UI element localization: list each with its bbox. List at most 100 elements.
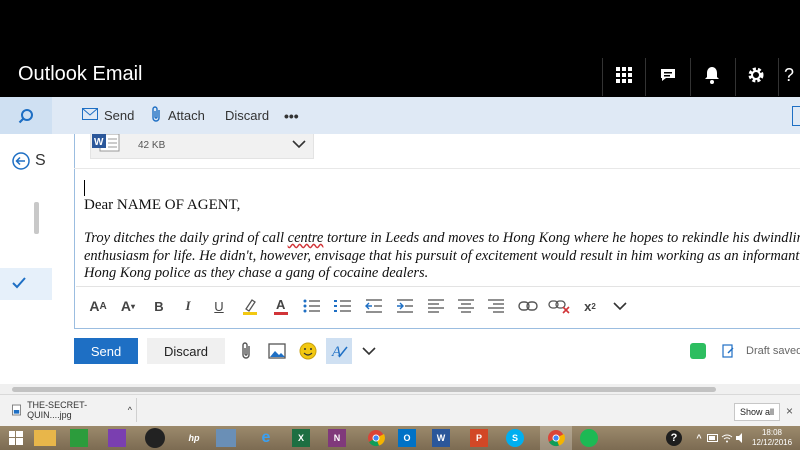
bullets-icon[interactable]	[298, 292, 326, 320]
popout-icon[interactable]	[792, 106, 800, 126]
back-arrow-icon[interactable]	[12, 152, 30, 170]
text-size-icon[interactable]: A ▾	[114, 292, 142, 320]
spotify-icon[interactable]	[580, 429, 598, 447]
chat-icon[interactable]	[650, 58, 686, 92]
gear-icon[interactable]	[738, 58, 774, 92]
internet-explorer-icon[interactable]: e	[252, 427, 280, 449]
search-button[interactable]	[0, 97, 52, 134]
taskbar-clock[interactable]: 18:08 12/12/2016	[752, 428, 792, 448]
send-button[interactable]: Send	[74, 338, 138, 364]
italic-icon[interactable]: I	[174, 292, 202, 320]
clock-date: 12/12/2016	[752, 438, 793, 447]
text-cursor	[84, 180, 85, 196]
word-document-icon: W	[92, 133, 120, 152]
onenote-icon[interactable]: N	[328, 429, 346, 447]
emoji-icon[interactable]	[295, 338, 321, 364]
align-right-icon[interactable]	[482, 292, 510, 320]
misspelled-word[interactable]: centre	[288, 230, 324, 246]
insert-link-icon[interactable]	[514, 292, 542, 320]
paragraph-line-1: Troy ditches the daily grind of call cen…	[84, 230, 800, 246]
svg-text:A: A	[276, 297, 286, 312]
word-icon[interactable]: W	[432, 429, 450, 447]
header-separator	[602, 58, 603, 96]
close-icon[interactable]: ×	[786, 404, 793, 418]
volume-icon[interactable]	[734, 427, 748, 449]
attachment-size: 42 KB	[138, 140, 166, 151]
insert-picture-icon[interactable]	[264, 338, 290, 364]
app-icon[interactable]	[216, 429, 236, 447]
align-left-icon[interactable]	[422, 292, 450, 320]
attachment-card[interactable]	[90, 134, 314, 159]
discard-command-label: Discard	[225, 108, 270, 123]
svg-text:A: A	[331, 344, 342, 360]
show-all-button[interactable]: Show all	[734, 403, 780, 421]
chevron-down-icon[interactable]	[356, 338, 382, 364]
more-options-button[interactable]: •••	[284, 97, 299, 134]
bold-icon[interactable]: B	[145, 292, 173, 320]
discard-command[interactable]: Discard	[225, 97, 269, 134]
chevron-down-icon[interactable]	[606, 292, 634, 320]
horizontal-scrollbar-thumb[interactable]	[12, 387, 716, 392]
increase-indent-icon[interactable]	[391, 292, 419, 320]
selected-folder-row[interactable]	[0, 268, 52, 300]
paragraph-line-3: Hong Kong police as they chase a gang of…	[84, 265, 429, 281]
media-player-icon[interactable]	[145, 428, 165, 448]
draft-icon	[722, 344, 734, 363]
underline-icon[interactable]: U	[205, 292, 233, 320]
left-pane	[0, 134, 53, 394]
skype-icon[interactable]: S	[506, 429, 524, 447]
attachment-divider	[74, 168, 800, 169]
image-file-icon	[12, 404, 22, 416]
clock-time: 18:08	[761, 428, 783, 437]
send-command[interactable]: Send	[82, 97, 134, 134]
superscript-icon[interactable]: x2	[576, 292, 604, 320]
paragraph-line-2: enthusiasm for life. He didn't, however,…	[84, 247, 800, 264]
windows-start-icon[interactable]	[2, 427, 30, 449]
attach-command[interactable]: Attach	[152, 97, 205, 134]
align-center-icon[interactable]	[452, 292, 480, 320]
store-icon[interactable]	[70, 429, 88, 447]
header-separator	[690, 58, 691, 96]
hp-icon[interactable]: hp	[180, 427, 208, 449]
numbering-icon[interactable]	[329, 292, 357, 320]
download-options-caret[interactable]: ^	[128, 405, 132, 415]
highlight-icon[interactable]	[236, 292, 264, 320]
app-title[interactable]: Outlook Email	[18, 63, 143, 86]
download-file-name: THE-SECRET-QUIN....jpg	[27, 400, 88, 420]
wifi-icon[interactable]	[720, 427, 734, 449]
font-color-icon[interactable]: A	[267, 292, 295, 320]
evernote-icon[interactable]	[690, 343, 706, 359]
bell-icon[interactable]	[694, 58, 730, 92]
attach-command-label: Attach	[168, 108, 205, 123]
decrease-indent-icon[interactable]	[360, 292, 388, 320]
checkmark-icon[interactable]	[12, 276, 26, 295]
help-icon[interactable]: ?	[784, 58, 800, 92]
header-separator	[645, 58, 646, 96]
format-text-icon[interactable]: A	[326, 338, 352, 364]
help-icon[interactable]: ?	[666, 430, 682, 446]
left-pane-scrollbar[interactable]	[34, 202, 39, 234]
font-size-icon[interactable]: AA	[84, 292, 112, 320]
file-explorer-icon[interactable]	[34, 430, 56, 446]
greeting-text: Dear NAME OF AGENT,	[84, 197, 241, 213]
outlook-icon[interactable]: O	[398, 429, 416, 447]
powerpoint-icon[interactable]: P	[470, 429, 488, 447]
send-icon	[82, 107, 98, 124]
excel-icon[interactable]: X	[292, 429, 310, 447]
paperclip-icon[interactable]	[234, 338, 260, 364]
battery-icon[interactable]	[706, 427, 720, 449]
search-icon	[18, 108, 33, 123]
paperclip-icon	[152, 105, 162, 126]
remove-link-icon[interactable]	[545, 292, 573, 320]
svg-text:W: W	[94, 137, 104, 148]
app-launcher-icon[interactable]	[606, 58, 642, 92]
back-label[interactable]: S	[35, 152, 46, 170]
download-divider	[136, 398, 137, 422]
download-item[interactable]: THE-SECRET-QUIN....jpg ^	[0, 398, 132, 422]
header-separator	[735, 58, 736, 96]
photos-icon[interactable]	[108, 429, 126, 447]
chrome-icon[interactable]	[362, 427, 390, 449]
chevron-down-icon[interactable]	[292, 138, 306, 152]
chrome-icon[interactable]	[542, 427, 570, 449]
discard-button[interactable]: Discard	[147, 338, 225, 364]
